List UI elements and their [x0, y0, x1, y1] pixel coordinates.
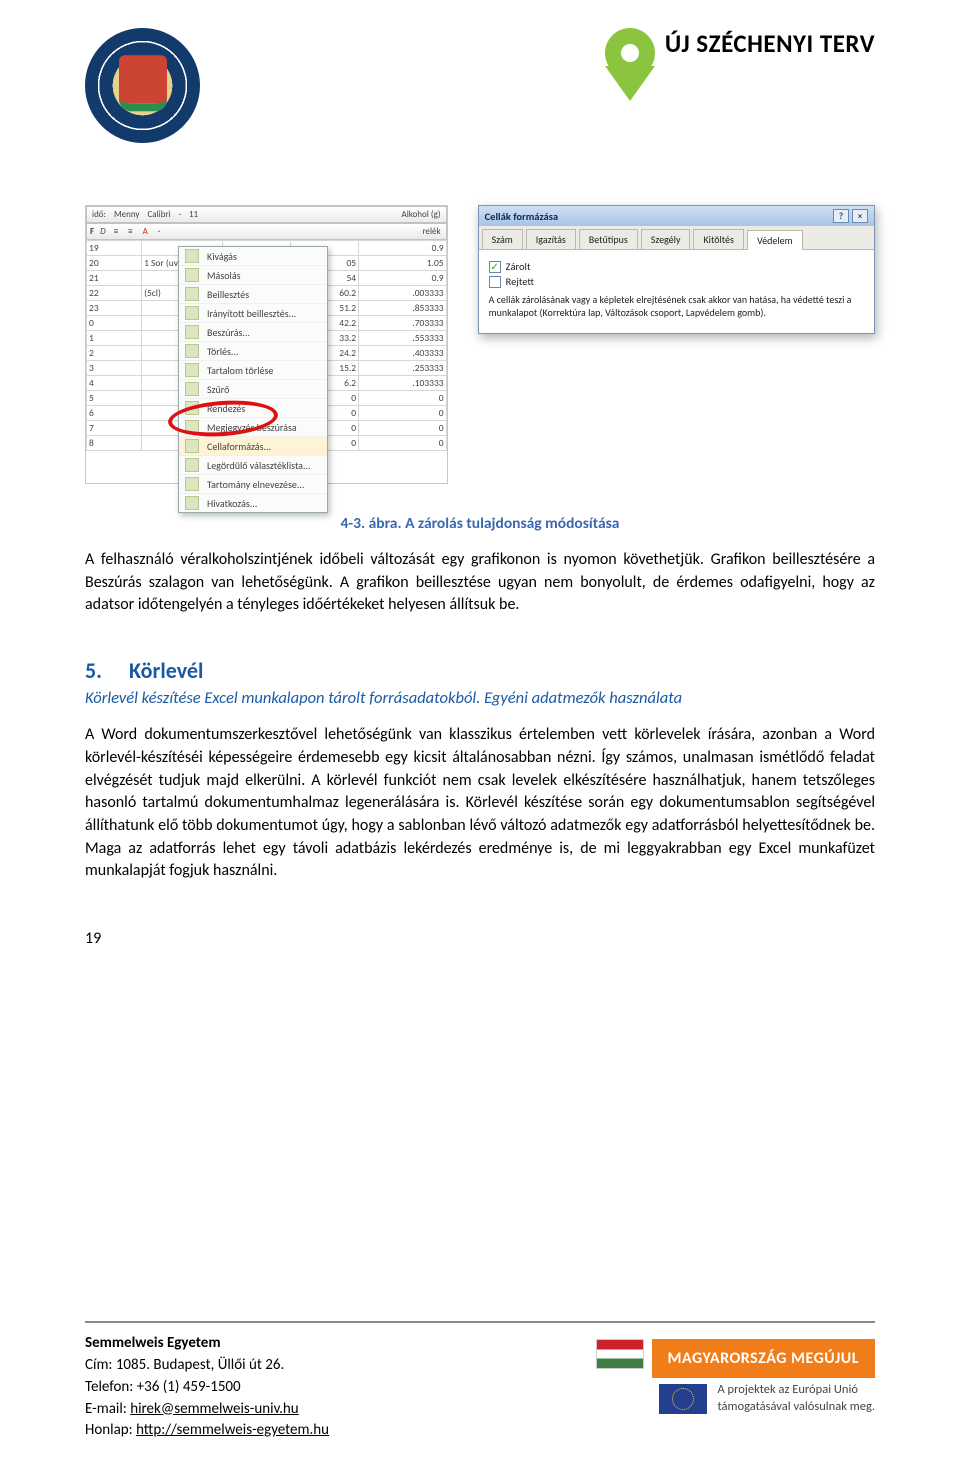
- contact-block: Semmelweis Egyetem Cím: 1085. Budapest, …: [85, 1333, 329, 1442]
- hidden-checkbox[interactable]: Rejtett: [489, 275, 864, 288]
- menu-icon: [185, 249, 199, 263]
- szechenyi-logo: ÚJ SZÉCHENYI TERV: [605, 28, 875, 108]
- locked-checkbox[interactable]: ✓Zárolt: [489, 260, 864, 273]
- paragraph-2: A Word dokumentumszerkesztővel lehetőség…: [85, 724, 875, 883]
- phone: Telefon: +36 (1) 459-1500: [85, 1377, 329, 1399]
- figure-caption: 4-3. ábra. A zárolás tulajdonság módosít…: [85, 514, 875, 533]
- context-menu-item[interactable]: Tartalom törlése: [179, 361, 327, 380]
- page-footer: Semmelweis Egyetem Cím: 1085. Budapest, …: [0, 1321, 960, 1472]
- email-label: E-mail:: [85, 1400, 130, 1418]
- context-menu-item[interactable]: Legördülő választéklista...: [179, 456, 327, 475]
- help-icon[interactable]: ?: [833, 209, 849, 223]
- menu-icon: [185, 344, 199, 358]
- section-title: Körlevél: [129, 657, 203, 684]
- university-seal-logo: [85, 28, 200, 143]
- paragraph-1: A felhasználó véralkoholszintjének időbe…: [85, 549, 875, 617]
- szechenyi-prefix: ÚJ: [665, 28, 690, 59]
- megujul-badge: MAGYARORSZÁG MEGÚJUL: [652, 1339, 875, 1378]
- context-menu-item[interactable]: Tartomány elnevezése...: [179, 475, 327, 494]
- address: Cím: 1085. Budapest, Üllői út 26.: [85, 1355, 329, 1377]
- dialog-tab[interactable]: Betűtípus: [579, 229, 638, 249]
- menu-icon: [185, 496, 199, 510]
- dialog-tab[interactable]: Szám: [482, 229, 523, 249]
- menu-icon: [185, 363, 199, 377]
- page-number: 19: [85, 929, 875, 948]
- context-menu-item[interactable]: Szűrő: [179, 380, 327, 399]
- flag-eu-icon: [659, 1384, 707, 1414]
- context-menu-item[interactable]: Kivágás: [179, 247, 327, 266]
- menu-icon: [185, 268, 199, 282]
- context-menu-item[interactable]: Beszúrás...: [179, 323, 327, 342]
- format-cells-dialog: Cellák formázása ? × SzámIgazításBetűtíp…: [478, 205, 875, 334]
- dialog-title: Cellák formázása: [485, 210, 558, 223]
- context-menu-item[interactable]: Törlés...: [179, 342, 327, 361]
- flag-hungary-icon: [596, 1339, 644, 1369]
- menu-icon: [185, 287, 199, 301]
- dialog-tab[interactable]: Védelem: [747, 230, 803, 250]
- web-label: Honlap:: [85, 1421, 136, 1439]
- context-menu-item[interactable]: Irányított beillesztés...: [179, 304, 327, 323]
- figure-block: idő: Menny Calibri·11 Alkohol (g) FD≡≡A·…: [85, 205, 875, 484]
- menu-icon: [185, 477, 199, 491]
- excel-screenshot: idő: Menny Calibri·11 Alkohol (g) FD≡≡A·…: [85, 205, 448, 484]
- menu-icon: [185, 306, 199, 320]
- section-number: 5.: [85, 657, 129, 684]
- dialog-tabs: SzámIgazításBetűtípusSzegélyKitöltésVéde…: [479, 226, 874, 250]
- context-menu-item[interactable]: Másolás: [179, 266, 327, 285]
- email-link[interactable]: hirek@semmelweis-univ.hu: [130, 1400, 299, 1418]
- menu-icon: [185, 439, 199, 453]
- menu-icon: [185, 458, 199, 472]
- dialog-tab[interactable]: Igazítás: [526, 229, 576, 249]
- context-menu-item[interactable]: Cellaformázás...: [179, 437, 327, 456]
- web-link[interactable]: http://semmelweis-egyetem.hu: [136, 1421, 329, 1439]
- section-subtitle: Körlevél készítése Excel munkalapon táro…: [85, 688, 875, 708]
- context-menu-item[interactable]: Beillesztés: [179, 285, 327, 304]
- pin-icon: [605, 28, 655, 108]
- close-icon[interactable]: ×: [852, 209, 868, 223]
- dialog-hint: A cellák zárolásának vagy a képletek elr…: [489, 294, 864, 319]
- eu-funding-text: A projektek az Európai Uniótámogatásával…: [717, 1382, 875, 1415]
- dialog-tab[interactable]: Szegély: [641, 229, 691, 249]
- dialog-tab[interactable]: Kitöltés: [693, 229, 743, 249]
- menu-icon: [185, 382, 199, 396]
- context-menu-item[interactable]: Hivatkozás...: [179, 494, 327, 512]
- section-heading: 5.Körlevél: [85, 657, 875, 684]
- menu-icon: [185, 325, 199, 339]
- context-menu: KivágásMásolásBeillesztésIrányított beil…: [178, 246, 328, 513]
- mini-toolbar: idő: Menny Calibri·11 Alkohol (g): [86, 206, 447, 223]
- szechenyi-main: SZÉCHENYI TERV: [696, 28, 875, 59]
- institution-name: Semmelweis Egyetem: [85, 1333, 329, 1355]
